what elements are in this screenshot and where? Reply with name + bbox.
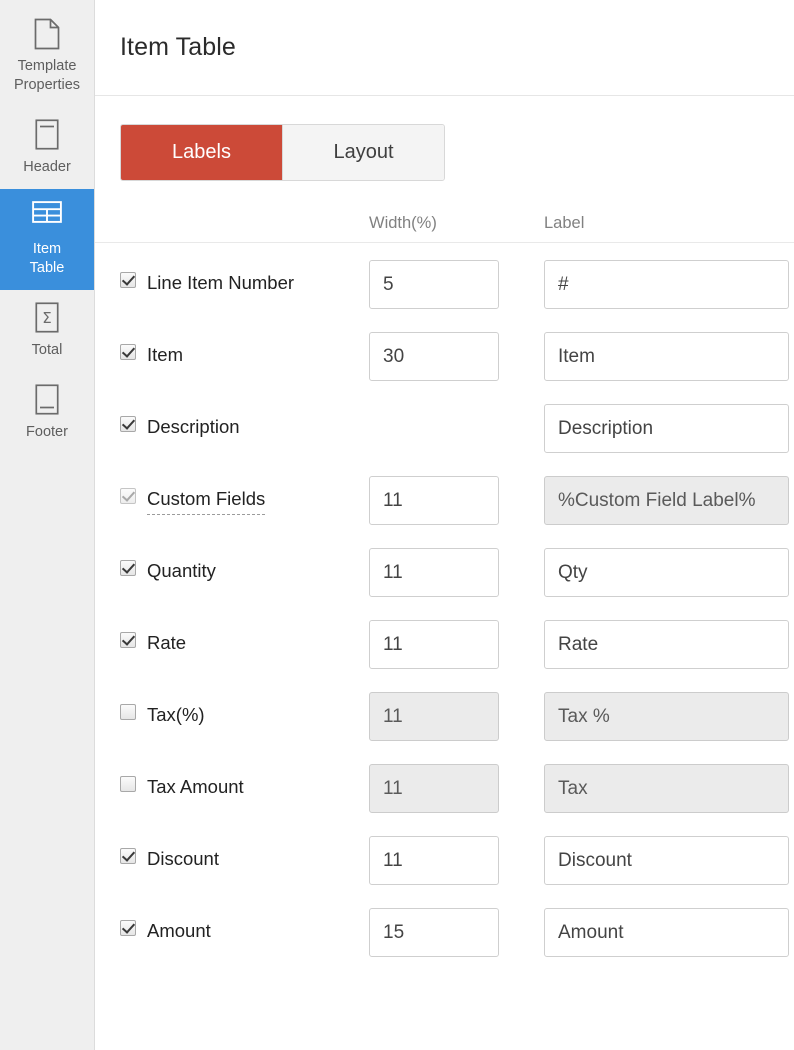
field-row: Description bbox=[95, 393, 794, 465]
field-row: Line Item Number bbox=[95, 249, 794, 321]
table-column-headers: Width(%) Label bbox=[95, 181, 794, 243]
document-icon bbox=[4, 18, 90, 50]
field-row: Amount bbox=[95, 897, 794, 969]
checkbox-rate[interactable] bbox=[120, 632, 136, 648]
label-input-amount[interactable] bbox=[544, 908, 789, 957]
tab-bar: LabelsLayout bbox=[120, 124, 445, 181]
label-input-custom-fields bbox=[544, 476, 789, 525]
label-input-tax-amount bbox=[544, 764, 789, 813]
checkbox-tax-percent[interactable] bbox=[120, 704, 136, 720]
field-row: Custom Fields bbox=[95, 465, 794, 537]
sidebar-item-total[interactable]: Σ Total bbox=[0, 290, 94, 372]
label-input-item[interactable] bbox=[544, 332, 789, 381]
app-root: Template Properties Header Item Table Σ Tota… bbox=[0, 0, 794, 1050]
field-row: Discount bbox=[95, 825, 794, 897]
label-input-tax-percent bbox=[544, 692, 789, 741]
width-input-item[interactable] bbox=[369, 332, 499, 381]
field-name-label: Item bbox=[147, 341, 183, 368]
field-name-label: Line Item Number bbox=[147, 269, 294, 296]
field-name-label: Tax(%) bbox=[147, 701, 205, 728]
field-row: Tax(%) bbox=[95, 681, 794, 753]
sidebar-item-template-properties[interactable]: Template Properties bbox=[0, 6, 94, 107]
field-row: Item bbox=[95, 321, 794, 393]
sidebar-item-header[interactable]: Header bbox=[0, 107, 94, 189]
checkbox-discount[interactable] bbox=[120, 848, 136, 864]
label-input-line-item-number[interactable] bbox=[544, 260, 789, 309]
checkbox-tax-amount[interactable] bbox=[120, 776, 136, 792]
column-header-width: Width(%) bbox=[369, 214, 437, 232]
tab-labels[interactable]: Labels bbox=[121, 125, 282, 180]
table-icon bbox=[4, 201, 90, 233]
field-name-label: Custom Fields bbox=[147, 485, 265, 515]
label-input-description[interactable] bbox=[544, 404, 789, 453]
width-input-custom-fields[interactable] bbox=[369, 476, 499, 525]
checkbox-amount[interactable] bbox=[120, 920, 136, 936]
column-header-label: Label bbox=[544, 214, 584, 232]
field-name-label: Description bbox=[147, 413, 240, 440]
sidebar-item-label: Footer bbox=[4, 423, 90, 442]
sidebar-item-item-table[interactable]: Item Table bbox=[0, 189, 94, 290]
sigma-icon: Σ bbox=[4, 302, 90, 334]
width-input-rate[interactable] bbox=[369, 620, 499, 669]
label-input-rate[interactable] bbox=[544, 620, 789, 669]
width-input-quantity[interactable] bbox=[369, 548, 499, 597]
field-row: Tax Amount bbox=[95, 753, 794, 825]
width-input-line-item-number[interactable] bbox=[369, 260, 499, 309]
width-input-tax-percent bbox=[369, 692, 499, 741]
checkbox-custom-fields bbox=[120, 488, 136, 504]
sidebar-item-label: Total bbox=[4, 341, 90, 360]
content-area: LabelsLayout Width(%) Label Line Item Nu… bbox=[95, 96, 794, 969]
field-name-label: Tax Amount bbox=[147, 773, 244, 800]
field-row: Quantity bbox=[95, 537, 794, 609]
field-name-label: Amount bbox=[147, 917, 211, 944]
sidebar-item-footer[interactable]: Footer bbox=[0, 372, 94, 454]
width-input-placeholder bbox=[369, 404, 530, 453]
svg-text:Σ: Σ bbox=[42, 309, 51, 327]
label-input-quantity[interactable] bbox=[544, 548, 789, 597]
checkbox-line-item-number[interactable] bbox=[120, 272, 136, 288]
page-header: Item Table bbox=[95, 0, 794, 96]
width-input-amount[interactable] bbox=[369, 908, 499, 957]
checkbox-quantity[interactable] bbox=[120, 560, 136, 576]
field-name-label: Rate bbox=[147, 629, 186, 656]
sidebar: Template Properties Header Item Table Σ Tota… bbox=[0, 0, 95, 1050]
page-title: Item Table bbox=[120, 33, 236, 62]
field-rows: Line Item Number Item Description Custom Fi… bbox=[95, 243, 794, 969]
sidebar-item-label: Template Properties bbox=[4, 57, 90, 95]
checkbox-description[interactable] bbox=[120, 416, 136, 432]
field-name-label: Discount bbox=[147, 845, 219, 872]
footer-block-icon bbox=[4, 384, 90, 416]
sidebar-item-label: Header bbox=[4, 158, 90, 177]
label-input-discount[interactable] bbox=[544, 836, 789, 885]
main-panel: Item Table LabelsLayout Width(%) Label L… bbox=[95, 0, 794, 1050]
header-block-icon bbox=[4, 119, 90, 151]
field-row: Rate bbox=[95, 609, 794, 681]
field-name-label: Quantity bbox=[147, 557, 216, 584]
width-input-tax-amount bbox=[369, 764, 499, 813]
tab-layout[interactable]: Layout bbox=[282, 125, 444, 180]
checkbox-item[interactable] bbox=[120, 344, 136, 360]
sidebar-item-label: Item Table bbox=[4, 240, 90, 278]
width-input-discount[interactable] bbox=[369, 836, 499, 885]
